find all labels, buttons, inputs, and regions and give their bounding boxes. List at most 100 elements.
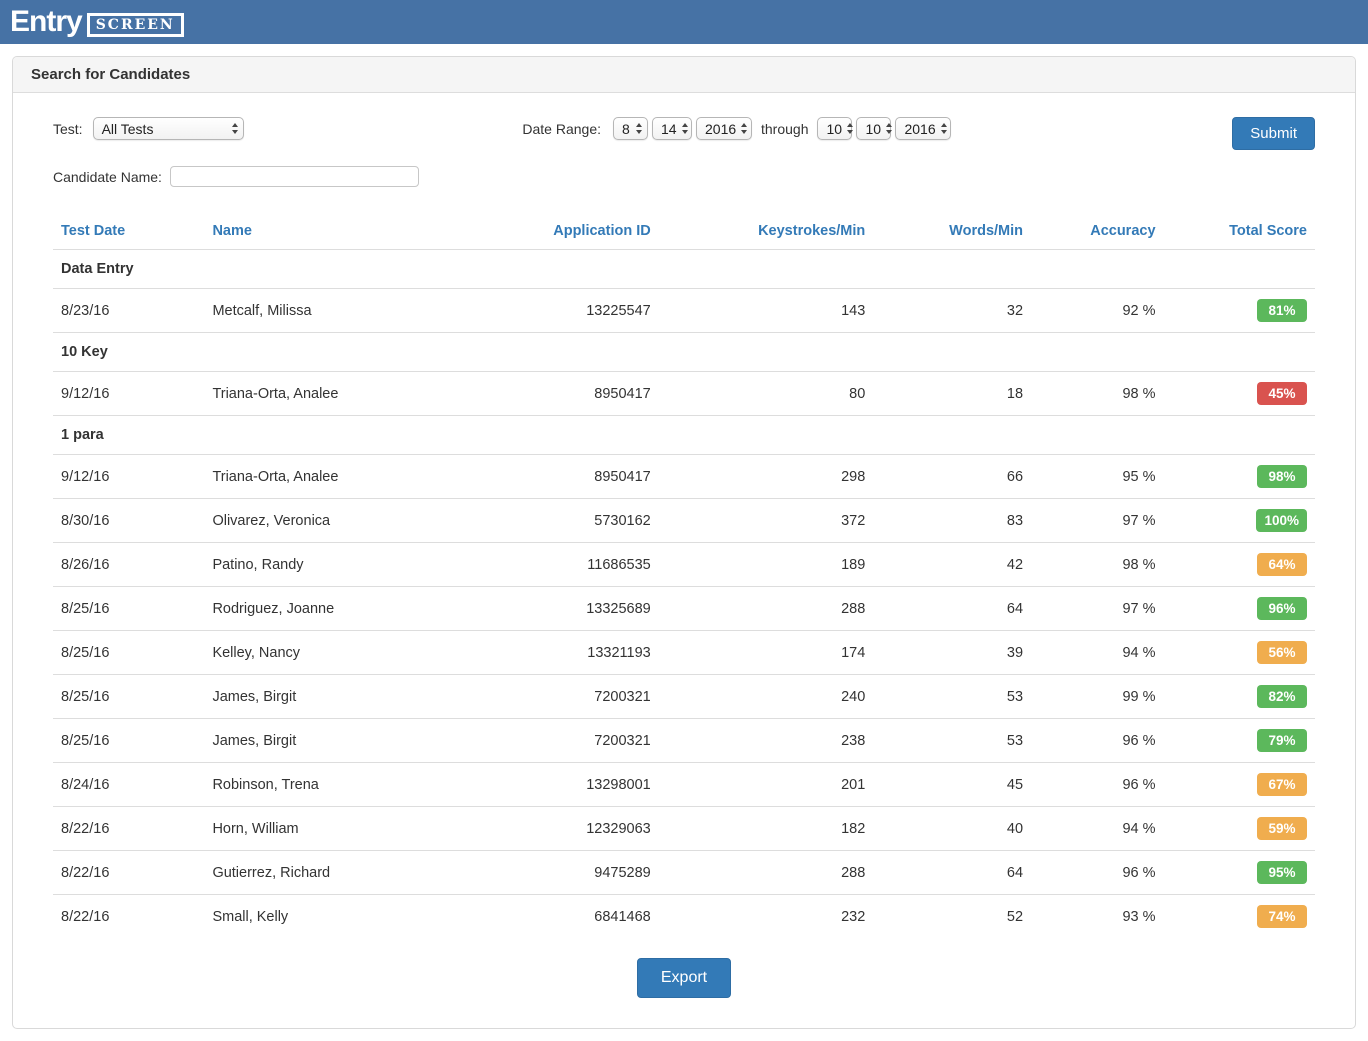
candidate-name-input[interactable] — [170, 166, 419, 187]
total-score-badge: 82% — [1257, 685, 1307, 708]
search-panel: Search for Candidates Test: All Tests Da… — [12, 56, 1356, 1029]
cell-keystrokes-per-min: 201 — [659, 763, 874, 807]
cell-words-per-min: 18 — [873, 372, 1031, 416]
test-select-value: All Tests — [102, 121, 154, 137]
cell-name: Rodriguez, Joanne — [204, 587, 444, 631]
cell-date: 8/22/16 — [53, 807, 204, 851]
cell-words-per-min: 42 — [873, 543, 1031, 587]
total-score-badge: 67% — [1257, 773, 1307, 796]
brand-screen-text: SCREEN — [87, 13, 184, 37]
cell-accuracy: 94 % — [1031, 631, 1164, 675]
cell-name: Gutierrez, Richard — [204, 851, 444, 895]
total-score-badge: 59% — [1257, 817, 1307, 840]
cell-application-id: 13321193 — [444, 631, 659, 675]
cell-application-id: 8950417 — [444, 372, 659, 416]
test-group-label: Data Entry — [53, 250, 1315, 289]
cell-date: 8/25/16 — [53, 719, 204, 763]
column-header-words-min[interactable]: Words/Min — [873, 213, 1031, 250]
cell-total-score: 82% — [1164, 675, 1315, 719]
cell-application-id: 7200321 — [444, 719, 659, 763]
cell-accuracy: 98 % — [1031, 543, 1164, 587]
app-logo: Entry SCREEN — [10, 5, 184, 39]
cell-date: 8/30/16 — [53, 499, 204, 543]
date-from-month-select[interactable]: 8 — [613, 117, 648, 140]
date-from-year-select[interactable]: 2016 — [696, 117, 752, 140]
column-header-name[interactable]: Name — [204, 213, 444, 250]
total-score-badge: 98% — [1257, 465, 1307, 488]
total-score-badge: 74% — [1257, 905, 1307, 928]
column-header-keystrokes[interactable]: Keystrokes/Min — [659, 213, 874, 250]
candidate-row: 8/22/16Horn, William123290631824094 %59% — [53, 807, 1315, 851]
column-header-accuracy[interactable]: Accuracy — [1031, 213, 1164, 250]
cell-total-score: 67% — [1164, 763, 1315, 807]
cell-keystrokes-per-min: 174 — [659, 631, 874, 675]
test-group-row: 10 Key — [53, 333, 1315, 372]
candidate-row: 8/22/16Gutierrez, Richard94752892886496 … — [53, 851, 1315, 895]
date-to-month-select[interactable]: 10 — [817, 117, 852, 140]
date-from-month-value: 8 — [622, 121, 630, 137]
results-table-header-row: Test Date Name Application ID Keystrokes… — [53, 213, 1315, 250]
cell-keystrokes-per-min: 143 — [659, 289, 874, 333]
cell-words-per-min: 40 — [873, 807, 1031, 851]
test-select[interactable]: All Tests — [93, 117, 244, 140]
cell-date: 8/25/16 — [53, 675, 204, 719]
cell-accuracy: 92 % — [1031, 289, 1164, 333]
cell-words-per-min: 52 — [873, 895, 1031, 939]
cell-words-per-min: 32 — [873, 289, 1031, 333]
cell-keystrokes-per-min: 288 — [659, 851, 874, 895]
cell-words-per-min: 66 — [873, 455, 1031, 499]
date-from-day-select[interactable]: 14 — [652, 117, 692, 140]
cell-accuracy: 96 % — [1031, 851, 1164, 895]
cell-date: 9/12/16 — [53, 372, 204, 416]
export-button[interactable]: Export — [637, 958, 731, 998]
cell-accuracy: 93 % — [1031, 895, 1164, 939]
cell-words-per-min: 64 — [873, 851, 1031, 895]
submit-button[interactable]: Submit — [1232, 117, 1315, 150]
results-table: Test Date Name Application ID Keystrokes… — [53, 213, 1315, 938]
cell-date: 8/26/16 — [53, 543, 204, 587]
test-label: Test: — [53, 121, 83, 137]
total-score-badge: 45% — [1257, 382, 1307, 405]
date-to-day-select[interactable]: 10 — [856, 117, 891, 140]
date-to-month-value: 10 — [826, 121, 842, 137]
cell-keystrokes-per-min: 372 — [659, 499, 874, 543]
cell-keystrokes-per-min: 238 — [659, 719, 874, 763]
total-score-badge: 64% — [1257, 553, 1307, 576]
export-section: Export — [53, 938, 1315, 1014]
cell-application-id: 13325689 — [444, 587, 659, 631]
total-score-badge: 56% — [1257, 641, 1307, 664]
cell-date: 8/23/16 — [53, 289, 204, 333]
column-header-application-id[interactable]: Application ID — [444, 213, 659, 250]
select-stepper-icon — [232, 123, 238, 134]
candidate-row: 8/30/16Olivarez, Veronica57301623728397 … — [53, 499, 1315, 543]
cell-date: 8/22/16 — [53, 895, 204, 939]
cell-accuracy: 97 % — [1031, 499, 1164, 543]
test-group-row: Data Entry — [53, 250, 1315, 289]
cell-application-id: 13298001 — [444, 763, 659, 807]
cell-name: James, Birgit — [204, 675, 444, 719]
cell-total-score: 98% — [1164, 455, 1315, 499]
cell-application-id: 7200321 — [444, 675, 659, 719]
date-to-year-select[interactable]: 2016 — [895, 117, 951, 140]
total-score-badge: 81% — [1257, 299, 1307, 322]
cell-keystrokes-per-min: 298 — [659, 455, 874, 499]
column-header-test-date[interactable]: Test Date — [53, 213, 204, 250]
total-score-badge: 79% — [1257, 729, 1307, 752]
date-from-day-value: 14 — [661, 121, 677, 137]
cell-words-per-min: 53 — [873, 675, 1031, 719]
panel-body: Test: All Tests Date Range: 8 14 2016 — [13, 93, 1355, 1028]
cell-application-id: 5730162 — [444, 499, 659, 543]
total-score-badge: 95% — [1257, 861, 1307, 884]
cell-total-score: 74% — [1164, 895, 1315, 939]
cell-accuracy: 94 % — [1031, 807, 1164, 851]
cell-application-id: 12329063 — [444, 807, 659, 851]
cell-date: 8/25/16 — [53, 587, 204, 631]
date-to-day-value: 10 — [865, 121, 881, 137]
select-stepper-icon — [847, 123, 853, 134]
cell-accuracy: 96 % — [1031, 763, 1164, 807]
test-group-row: 1 para — [53, 416, 1315, 455]
date-to-year-value: 2016 — [904, 121, 935, 137]
cell-accuracy: 95 % — [1031, 455, 1164, 499]
column-header-total-score[interactable]: Total Score — [1164, 213, 1315, 250]
cell-name: Small, Kelly — [204, 895, 444, 939]
